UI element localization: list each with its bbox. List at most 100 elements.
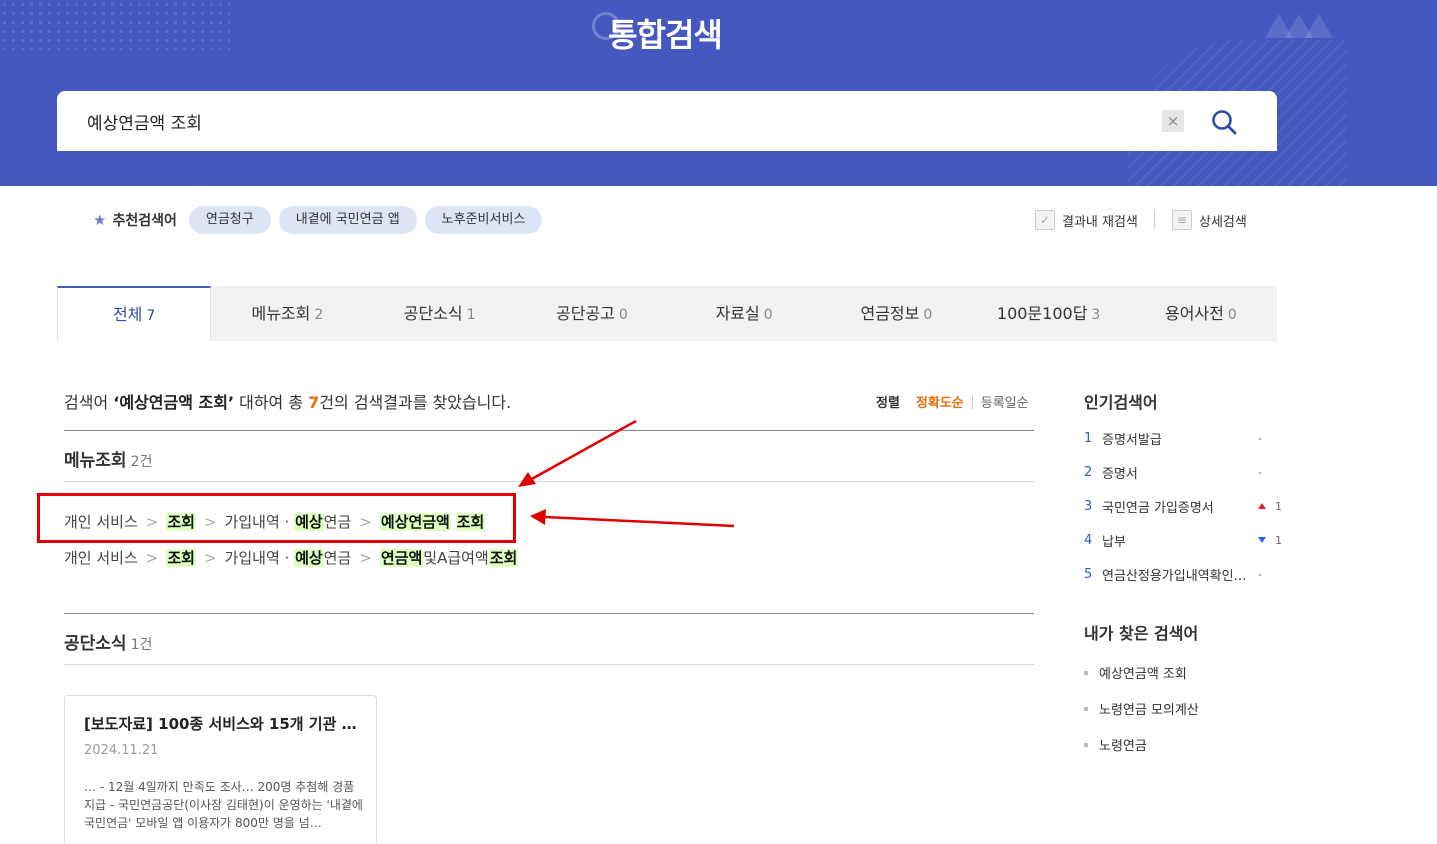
divider: [64, 613, 1034, 614]
tab-count: 7: [146, 308, 156, 324]
rank-change-value: -: [1258, 431, 1262, 445]
detail-search-icon: ≡: [1172, 210, 1192, 230]
tab-glossary[interactable]: 용어사전 0: [1125, 286, 1277, 341]
summary-text: 대하여 총: [234, 393, 309, 412]
rank-up-icon: [1258, 503, 1266, 509]
popular-word: 연금산정용가입내역확인…: [1102, 568, 1247, 584]
crumb-text: 개인 서비스: [64, 549, 138, 567]
tab-label: 공단소식: [403, 304, 463, 323]
rank-down-icon: [1258, 537, 1266, 543]
tab-count: 2: [314, 307, 324, 323]
popular-word: 국민연금 가입증명서: [1102, 500, 1214, 516]
rank-change: 1: [1258, 534, 1284, 547]
page-title: 통합검색: [608, 16, 723, 54]
crumb-separator: >: [145, 549, 159, 567]
search-box: ×: [57, 91, 1277, 151]
news-card-date: 2024.11.21: [84, 743, 159, 758]
search-icon[interactable]: [1209, 107, 1239, 137]
tab-count: 0: [923, 307, 933, 323]
crumb-highlight: 조회: [166, 549, 196, 567]
search-header: 통합검색 ×: [0, 0, 1437, 186]
rank-change-value: -: [1258, 567, 1262, 581]
tab-count: 3: [1091, 307, 1101, 323]
rank-change-value: 1: [1275, 533, 1282, 547]
popular-item[interactable]: 2 증명서 -: [1084, 462, 1284, 482]
my-search-word: 노령연금: [1099, 739, 1147, 754]
news-card-excerpt: … - 12월 4일까지 만족도 조사… 200명 추첨해 경품 지급 - 국민…: [84, 780, 363, 830]
tab-label: 자료실: [715, 304, 760, 323]
menu-result-link[interactable]: 개인 서비스 > 조회 > 가입내역 · 예상연금 > 연금액및A급여액조회: [64, 547, 519, 568]
tab-news[interactable]: 공단소식 1: [364, 286, 516, 341]
category-tabs: 전체 7 메뉴조회 2 공단소식 1 공단공고 0 자료실 0 연금정보 0 100문100…: [57, 286, 1277, 341]
tab-notice[interactable]: 공단공고 0: [516, 286, 668, 341]
tab-pension-info[interactable]: 연금정보 0: [820, 286, 972, 341]
star-icon: ★: [93, 211, 107, 229]
annotation-box: [37, 493, 516, 543]
tab-count: 1: [466, 307, 476, 323]
tab-all[interactable]: 전체 7: [57, 286, 212, 341]
bullet-icon: [1084, 742, 1088, 747]
popular-word: 증명서발급: [1102, 432, 1162, 448]
rank-change: -: [1258, 466, 1284, 479]
rank-number: 5: [1084, 566, 1093, 582]
keyword-chip[interactable]: 노후준비서비스: [424, 206, 543, 234]
divider: [1154, 210, 1155, 228]
tab-archive[interactable]: 자료실 0: [668, 286, 820, 341]
rank-number: 1: [1084, 430, 1093, 446]
tab-count: 0: [1227, 307, 1237, 323]
my-search-item[interactable]: 예상연금액 조회: [1084, 663, 1187, 682]
crumb-separator: >: [359, 549, 372, 567]
tab-label: 용어사전: [1164, 304, 1224, 323]
my-searches-title: 내가 찾은 검색어: [1084, 624, 1199, 643]
popular-item[interactable]: 4 납부 1: [1084, 530, 1284, 550]
news-card[interactable]: [보도자료] 100종 서비스와 15개 기관 … 2024.11.21 … -…: [64, 695, 377, 844]
summary-query: ‘예상연금액 조회’: [113, 393, 235, 412]
popular-item[interactable]: 1 증명서발급 -: [1084, 428, 1284, 448]
summary-text: 검색어: [64, 393, 114, 412]
rank-number: 2: [1084, 464, 1093, 480]
rank-number: 3: [1084, 498, 1093, 514]
sort-accuracy[interactable]: 정확도순: [916, 392, 964, 411]
sort-options: 정렬 정확도순 등록일순: [876, 392, 1029, 411]
tab-faq[interactable]: 100문100답 3: [973, 286, 1125, 341]
divider: [64, 481, 1034, 482]
tab-label: 메뉴조회: [251, 304, 311, 323]
checkbox-icon[interactable]: ✓: [1035, 210, 1055, 230]
popular-item[interactable]: 3 국민연금 가입증명서 1: [1084, 496, 1284, 516]
search-input[interactable]: [87, 91, 1137, 151]
detail-search-button[interactable]: ≡ 상세검색: [1172, 208, 1247, 232]
research-within-results[interactable]: ✓ 결과내 재검색: [1035, 208, 1138, 232]
tab-menu[interactable]: 메뉴조회 2: [211, 286, 363, 341]
tab-label: 연금정보: [860, 304, 920, 323]
rank-change-value: 1: [1275, 499, 1282, 513]
section-title-text: 공단소식: [64, 634, 127, 654]
detail-search-label: 상세검색: [1199, 214, 1247, 230]
keyword-chip[interactable]: 연금청구: [188, 206, 271, 234]
rank-change: -: [1258, 432, 1284, 445]
my-search-word: 노령연금 모의계산: [1099, 703, 1199, 718]
rank-change: 1: [1258, 500, 1284, 513]
news-section-title: 공단소식 1건: [64, 629, 152, 654]
rank-change-value: -: [1258, 465, 1262, 479]
keyword-chip[interactable]: 내곁에 국민연금 앱: [278, 206, 417, 234]
sort-date[interactable]: 등록일순: [981, 392, 1029, 411]
section-count: 2건: [130, 454, 153, 470]
popular-word: 납부: [1102, 534, 1126, 550]
news-card-title[interactable]: [보도자료] 100종 서비스와 15개 기관 …: [84, 713, 359, 734]
summary-count: 7: [308, 393, 320, 412]
research-label: 결과내 재검색: [1062, 214, 1138, 230]
clear-search-button[interactable]: ×: [1162, 110, 1184, 132]
my-search-item[interactable]: 노령연금 모의계산: [1084, 699, 1199, 718]
summary-text: 건의 검색결과를 찾았습니다.: [319, 393, 512, 412]
popular-item[interactable]: 5 연금산정용가입내역확인… -: [1084, 564, 1284, 584]
bullet-icon: [1084, 706, 1088, 711]
result-summary: 검색어 ‘예상연금액 조회’ 대하여 총 7건의 검색결과를 찾았습니다.: [64, 389, 511, 413]
my-search-item[interactable]: 노령연금: [1084, 735, 1147, 754]
sort-label: 정렬: [876, 396, 900, 411]
tab-label: 100문100답: [996, 304, 1088, 323]
divider: [64, 430, 1034, 431]
recommended-label: 추천검색어: [112, 213, 177, 229]
popular-word: 증명서: [1102, 466, 1138, 482]
tab-count: 0: [618, 307, 628, 323]
bullet-icon: [1084, 670, 1088, 675]
